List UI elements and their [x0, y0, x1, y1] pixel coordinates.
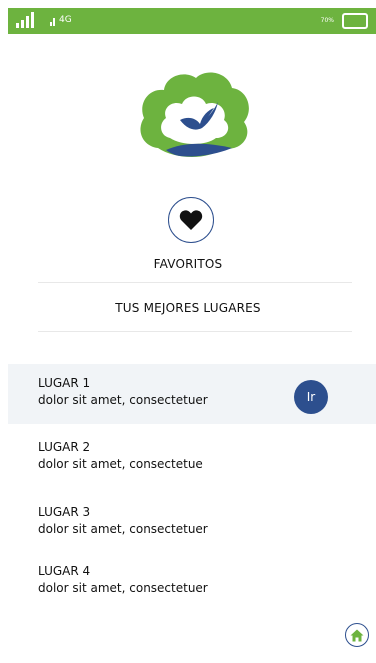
- section-subtitle: TUS MEJORES LUGARES: [115, 301, 261, 315]
- battery-level: [346, 17, 359, 25]
- heart-icon: [179, 210, 203, 230]
- battery-icon: [342, 13, 368, 29]
- item-title: LUGAR 4: [38, 564, 91, 578]
- battery-percent: 70%: [320, 17, 334, 24]
- item-description: dolor sit amet, consectetuer: [38, 393, 208, 407]
- network-icon: [50, 18, 56, 26]
- item-description: dolor sit amet, consectetuer: [38, 522, 208, 536]
- app-logo: [136, 68, 252, 164]
- favorites-button[interactable]: [168, 197, 214, 243]
- network-type: 4G: [59, 15, 72, 25]
- favorites-label: FAVORITOS: [153, 257, 223, 271]
- status-bar: 4G 70%: [8, 8, 376, 34]
- home-icon: [350, 629, 364, 641]
- item-title: LUGAR 3: [38, 505, 91, 519]
- divider: [38, 331, 352, 332]
- home-button[interactable]: [345, 623, 369, 647]
- divider: [38, 282, 352, 283]
- list-item-lugar-2[interactable]: LUGAR 2 dolor sit amet, consectetue: [8, 436, 376, 486]
- item-description: dolor sit amet, consectetue: [38, 457, 203, 471]
- signal-strength-icon: [16, 12, 42, 28]
- list-item-lugar-3[interactable]: LUGAR 3 dolor sit amet, consectetuer: [8, 501, 376, 551]
- item-description: dolor sit amet, consectetuer: [38, 581, 208, 595]
- item-title: LUGAR 2: [38, 440, 91, 454]
- list-item-lugar-4[interactable]: LUGAR 4 dolor sit amet, consectetuer: [8, 560, 376, 610]
- go-button[interactable]: Ir: [294, 380, 328, 414]
- list-item-lugar-1[interactable]: LUGAR 1 dolor sit amet, consectetuer Ir: [8, 364, 376, 424]
- item-title: LUGAR 1: [38, 376, 91, 390]
